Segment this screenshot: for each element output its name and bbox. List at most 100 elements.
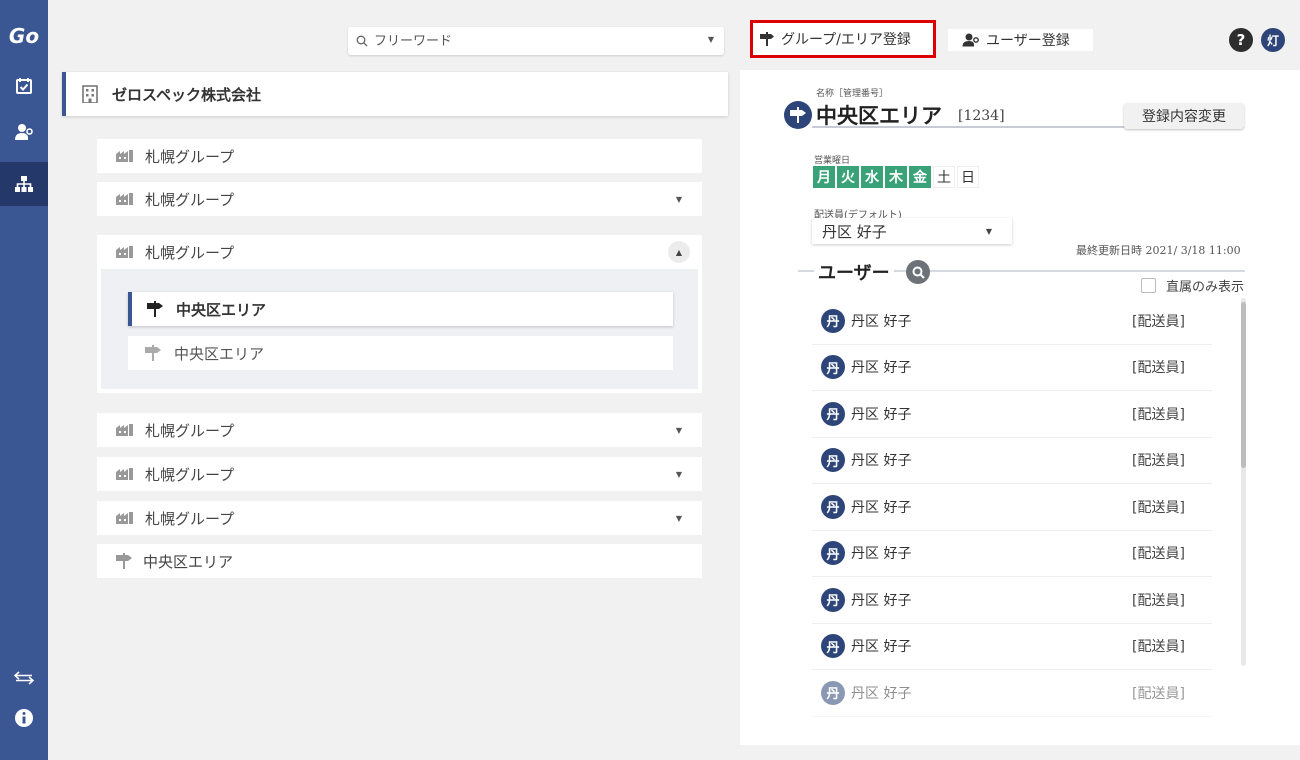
day-mon: 月 xyxy=(813,166,835,188)
sidebar: Go xyxy=(0,0,48,760)
user-register-label: ユーザー登録 xyxy=(986,33,1070,49)
list-item[interactable]: 丹丹区 好子 [配送員] xyxy=(812,670,1212,717)
area-code: [1234] xyxy=(958,108,1005,124)
group-item[interactable]: 札幌グループ xyxy=(97,139,702,173)
group-item[interactable]: 札幌グループ ▼ xyxy=(97,501,702,535)
sidebar-item-info[interactable] xyxy=(0,696,48,740)
group-label: 札幌グループ xyxy=(145,147,235,166)
last-updated: 最終更新日時 2021/ 3/18 11:00 xyxy=(1076,244,1241,257)
group-label: 札幌グループ xyxy=(145,465,235,484)
avatar: 丹 xyxy=(821,401,845,426)
search-icon xyxy=(356,35,368,47)
user-search-button[interactable] xyxy=(906,260,930,284)
business-days: 月 火 水 木 金 土 日 xyxy=(813,166,981,188)
day-wed: 水 xyxy=(861,166,883,188)
area-item-selected[interactable]: 中央区エリア xyxy=(128,292,673,326)
info-icon xyxy=(15,709,33,727)
sidebar-item-schedule[interactable] xyxy=(0,64,48,108)
help-icon[interactable]: ? xyxy=(1229,28,1253,52)
user-role: [配送員] xyxy=(1132,499,1185,516)
direct-only-checkbox[interactable]: 直属のみ表示 xyxy=(1141,276,1244,295)
name-caption: 名称［管理番号］ xyxy=(816,89,889,99)
factory-icon xyxy=(116,150,133,162)
area-item[interactable]: 中央区エリア xyxy=(97,544,702,578)
chevron-down-icon[interactable]: ▼ xyxy=(676,426,682,435)
user-role: [配送員] xyxy=(1132,685,1185,702)
scrollbar[interactable] xyxy=(1241,298,1246,666)
list-item[interactable]: 丹丹区 好子 [配送員] xyxy=(812,531,1212,577)
list-item[interactable]: 丹丹区 好子 [配送員] xyxy=(812,391,1212,438)
sidebar-item-organization[interactable] xyxy=(0,162,48,206)
search-box[interactable]: ▼ xyxy=(348,27,724,55)
user-name: 丹区 好子 xyxy=(851,406,912,423)
signpost-icon xyxy=(147,301,163,317)
swap-arrows-icon xyxy=(13,671,35,685)
user-role: [配送員] xyxy=(1132,313,1185,330)
group-label: 札幌グループ xyxy=(145,243,235,262)
group-item[interactable]: 札幌グループ ▼ xyxy=(97,457,702,491)
user-role: [配送員] xyxy=(1132,453,1185,470)
user-register-button[interactable]: ユーザー登録 xyxy=(948,29,1093,51)
factory-icon xyxy=(116,468,133,480)
account-avatar[interactable]: 灯 xyxy=(1261,28,1285,52)
list-item[interactable]: 丹丹区 好子 [配送員] xyxy=(812,624,1212,670)
calendar-check-icon xyxy=(16,78,32,94)
list-item[interactable]: 丹丹区 好子 [配送員] xyxy=(812,345,1212,391)
group-label: 札幌グループ xyxy=(145,509,235,528)
sidebar-item-users[interactable] xyxy=(0,110,48,154)
edit-registration-button[interactable]: 登録内容変更 xyxy=(1124,103,1244,129)
avatar: 丹 xyxy=(821,494,845,519)
search-input[interactable] xyxy=(374,33,674,49)
signpost-icon xyxy=(760,32,774,46)
user-role: [配送員] xyxy=(1132,639,1185,656)
user-gear-icon xyxy=(15,124,33,140)
group-item[interactable]: 札幌グループ ▼ xyxy=(97,182,702,216)
area-label: 中央区エリア xyxy=(176,300,267,319)
group-area-register-button[interactable]: グループ/エリア登録 xyxy=(750,20,936,58)
chevron-down-icon[interactable]: ▼ xyxy=(676,514,682,523)
day-fri: 金 xyxy=(909,166,931,188)
chevron-up-icon[interactable]: ▲ xyxy=(668,241,690,263)
search-icon xyxy=(912,266,925,279)
user-gear-icon xyxy=(962,33,979,47)
group-expanded: 札幌グループ ▲ 中央区エリア 中央区エリア xyxy=(97,235,702,393)
user-name: 丹区 好子 xyxy=(851,313,912,330)
day-sun: 日 xyxy=(957,166,979,188)
list-item[interactable]: 丹丹区 好子 [配送員] xyxy=(812,484,1212,531)
group-item[interactable]: 札幌グループ ▲ xyxy=(97,235,702,269)
user-name: 丹区 好子 xyxy=(851,639,912,656)
day-thu: 木 xyxy=(885,166,907,188)
chevron-down-icon[interactable]: ▼ xyxy=(676,195,682,204)
user-role: [配送員] xyxy=(1132,360,1185,377)
org-chart-icon xyxy=(15,176,33,192)
list-item[interactable]: 丹丹区 好子 [配送員] xyxy=(812,438,1212,484)
default-delivery-select[interactable]: 丹区 好子 ▼ xyxy=(812,218,1012,244)
group-item[interactable]: 札幌グループ ▼ xyxy=(97,413,702,447)
sidebar-item-switch[interactable] xyxy=(0,656,48,700)
user-name: 丹区 好子 xyxy=(851,592,912,609)
area-item[interactable]: 中央区エリア xyxy=(128,336,673,370)
area-label: 中央区エリア xyxy=(174,344,265,363)
user-role: [配送員] xyxy=(1132,592,1185,609)
chevron-down-icon[interactable]: ▼ xyxy=(708,35,714,44)
list-item[interactable]: 丹丹区 好子 [配送員] xyxy=(812,577,1212,624)
factory-icon xyxy=(116,424,133,436)
user-role: [配送員] xyxy=(1132,406,1185,423)
group-label: 札幌グループ xyxy=(145,421,235,440)
scrollbar-thumb[interactable] xyxy=(1241,302,1246,468)
day-sat: 土 xyxy=(933,166,955,188)
area-label: 中央区エリア xyxy=(143,552,234,571)
avatar: 丹 xyxy=(821,448,845,473)
checkbox[interactable] xyxy=(1141,278,1156,293)
list-item[interactable]: 丹丹区 好子 [配送員] xyxy=(812,298,1212,345)
business-days-caption: 営業曜日 xyxy=(814,156,851,166)
user-name: 丹区 好子 xyxy=(851,546,912,563)
signpost-icon xyxy=(145,345,161,361)
avatar: 丹 xyxy=(821,587,845,612)
user-name: 丹区 好子 xyxy=(851,499,912,516)
company-header[interactable]: ゼロスペック株式会社 xyxy=(62,72,728,116)
company-name: ゼロスペック株式会社 xyxy=(112,85,261,104)
avatar: 丹 xyxy=(821,541,845,566)
signpost-icon xyxy=(784,101,812,129)
chevron-down-icon[interactable]: ▼ xyxy=(676,470,682,479)
